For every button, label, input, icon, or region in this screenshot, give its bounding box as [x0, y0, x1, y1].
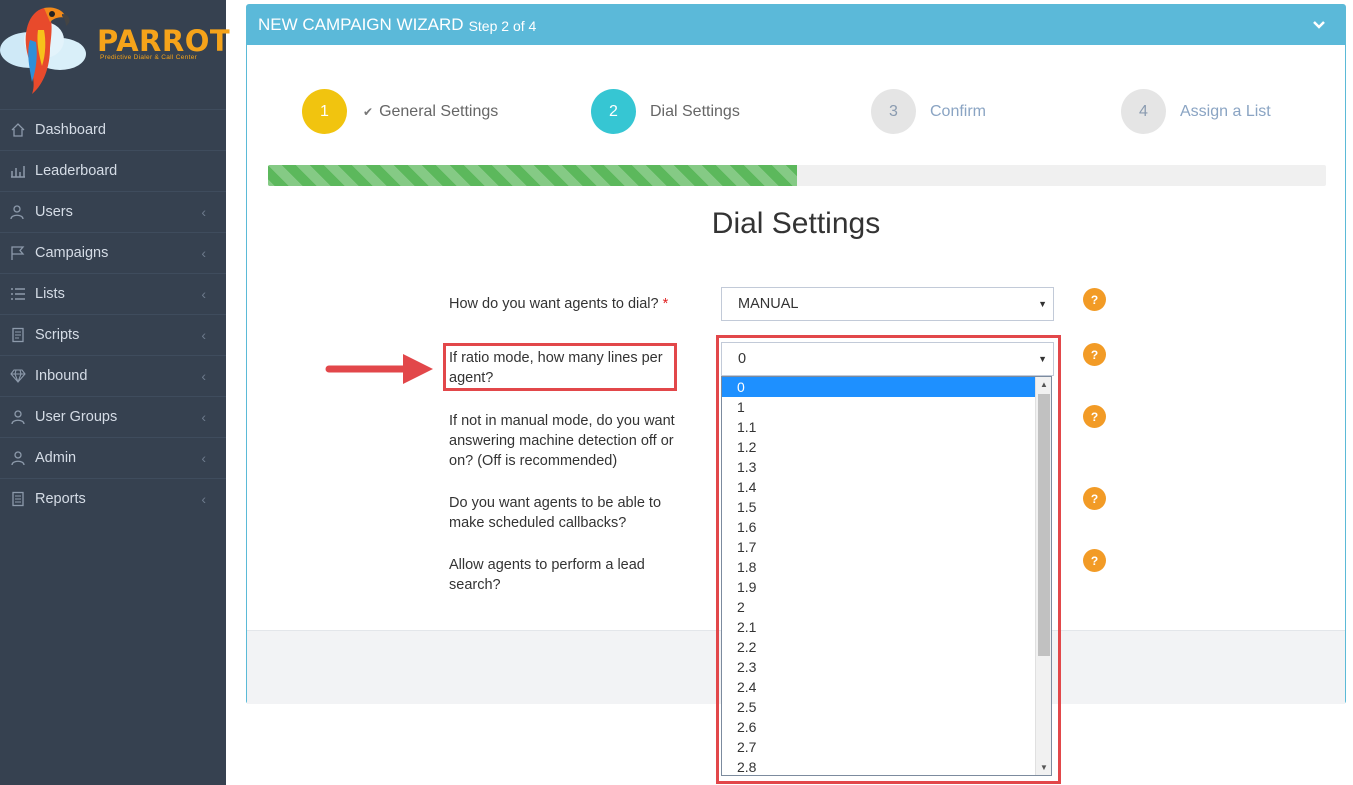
dial-mode-select[interactable]: MANUAL ▼	[721, 287, 1054, 321]
sidebar-item-scripts[interactable]: Scripts ‹	[0, 314, 226, 355]
users-icon	[9, 203, 27, 221]
step-label: Confirm	[930, 102, 987, 120]
caret-down-icon: ▼	[1038, 299, 1047, 309]
lead-search-label: Allow agents to perform a lead search?	[449, 557, 645, 593]
bar-chart-icon	[9, 162, 27, 180]
callbacks-label: Do you want agents to be able to make sc…	[449, 495, 662, 531]
diamond-icon	[9, 367, 27, 385]
report-icon	[9, 490, 27, 508]
help-icon[interactable]: ?	[1083, 343, 1106, 366]
brand-tagline: Predictive Dialer & Call Center	[100, 54, 198, 61]
step-number: 4	[1121, 89, 1166, 134]
required-mark: *	[662, 296, 669, 312]
sidebar-item-label: User Groups	[35, 409, 118, 425]
step-number: 3	[871, 89, 916, 134]
wizard-title: NEW CAMPAIGN WIZARD	[258, 15, 464, 34]
sidebar-item-label: Dashboard	[35, 122, 106, 138]
brand-name: PARROT	[97, 24, 231, 58]
amd-label: If not in manual mode, do you want answe…	[449, 413, 675, 469]
admin-user-icon	[9, 449, 27, 467]
sidebar-item-label: Reports	[35, 491, 86, 507]
sidebar-item-label: Users	[35, 204, 73, 220]
chevron-down-icon[interactable]	[1311, 17, 1327, 33]
script-icon	[9, 326, 27, 344]
step-label: Assign a List	[1180, 102, 1271, 120]
sidebar-item-lists[interactable]: Lists ‹	[0, 273, 226, 314]
sidebar-item-admin[interactable]: Admin ‹	[0, 437, 226, 478]
chevron-left-icon: ‹	[201, 245, 206, 261]
wizard-step-confirm[interactable]: 3 Confirm	[871, 89, 986, 134]
wizard-progress-bar	[268, 165, 1326, 186]
chevron-left-icon: ‹	[201, 368, 206, 384]
dial-mode-label: How do you want agents to dial? *	[449, 294, 668, 314]
wizard-step-assign-list[interactable]: 4 Assign a List	[1121, 89, 1271, 134]
list-icon	[9, 285, 27, 303]
help-icon[interactable]: ?	[1083, 549, 1106, 572]
arrow-right-icon	[325, 354, 433, 384]
wizard-step-general-settings[interactable]: 1 ✔ General Settings	[302, 89, 498, 134]
chevron-left-icon: ‹	[201, 450, 206, 466]
wizard-step-dial-settings[interactable]: 2 Dial Settings	[591, 89, 740, 134]
progress-fill	[268, 165, 797, 186]
sidebar-item-reports[interactable]: Reports ‹	[0, 478, 226, 519]
sidebar-item-dashboard[interactable]: Dashboard	[0, 109, 226, 150]
chevron-left-icon: ‹	[201, 286, 206, 302]
help-icon[interactable]: ?	[1083, 288, 1106, 311]
sidebar-item-leaderboard[interactable]: Leaderboard	[0, 150, 226, 191]
highlight-box-label	[443, 343, 677, 391]
wizard-header: NEW CAMPAIGN WIZARD Step 2 of 4	[247, 5, 1345, 45]
sidebar-item-label: Lists	[35, 286, 65, 302]
sidebar-item-label: Scripts	[35, 327, 80, 343]
section-title: Dial Settings	[711, 207, 881, 240]
help-icon[interactable]: ?	[1083, 405, 1106, 428]
sidebar-item-campaigns[interactable]: Campaigns ‹	[0, 232, 226, 273]
step-label: General Settings	[379, 102, 499, 120]
sidebar: PARROT Predictive Dialer & Call Center D…	[0, 0, 230, 785]
step-number: 2	[591, 89, 636, 134]
logo[interactable]: PARROT Predictive Dialer & Call Center	[0, 0, 230, 108]
dial-mode-value: MANUAL	[738, 296, 799, 312]
chevron-left-icon: ‹	[201, 409, 206, 425]
help-icon[interactable]: ?	[1083, 487, 1106, 510]
sidebar-item-label: Inbound	[35, 368, 88, 384]
highlight-box-dropdown	[716, 335, 1061, 784]
dial-mode-label-text: How do you want agents to dial?	[449, 296, 659, 312]
check-icon: ✔	[363, 104, 374, 119]
step-number: 1	[302, 89, 347, 134]
chevron-left-icon: ‹	[201, 204, 206, 220]
wizard-step-indicator: Step 2 of 4	[468, 18, 537, 34]
sidebar-item-users[interactable]: Users ‹	[0, 191, 226, 232]
parrot-logo-icon	[0, 7, 86, 94]
sidebar-item-user-groups[interactable]: User Groups ‹	[0, 396, 226, 437]
sidebar-item-label: Admin	[35, 450, 77, 466]
home-icon	[9, 121, 27, 139]
sidebar-nav: Dashboard Leaderboard Users ‹ Campaigns …	[0, 109, 226, 519]
user-groups-icon	[9, 408, 27, 426]
sidebar-item-label: Campaigns	[35, 245, 109, 261]
flag-icon	[9, 244, 27, 262]
sidebar-item-label: Leaderboard	[35, 163, 118, 179]
chevron-left-icon: ‹	[201, 491, 206, 507]
sidebar-item-inbound[interactable]: Inbound ‹	[0, 355, 226, 396]
step-label: Dial Settings	[650, 102, 740, 120]
chevron-left-icon: ‹	[201, 327, 206, 343]
